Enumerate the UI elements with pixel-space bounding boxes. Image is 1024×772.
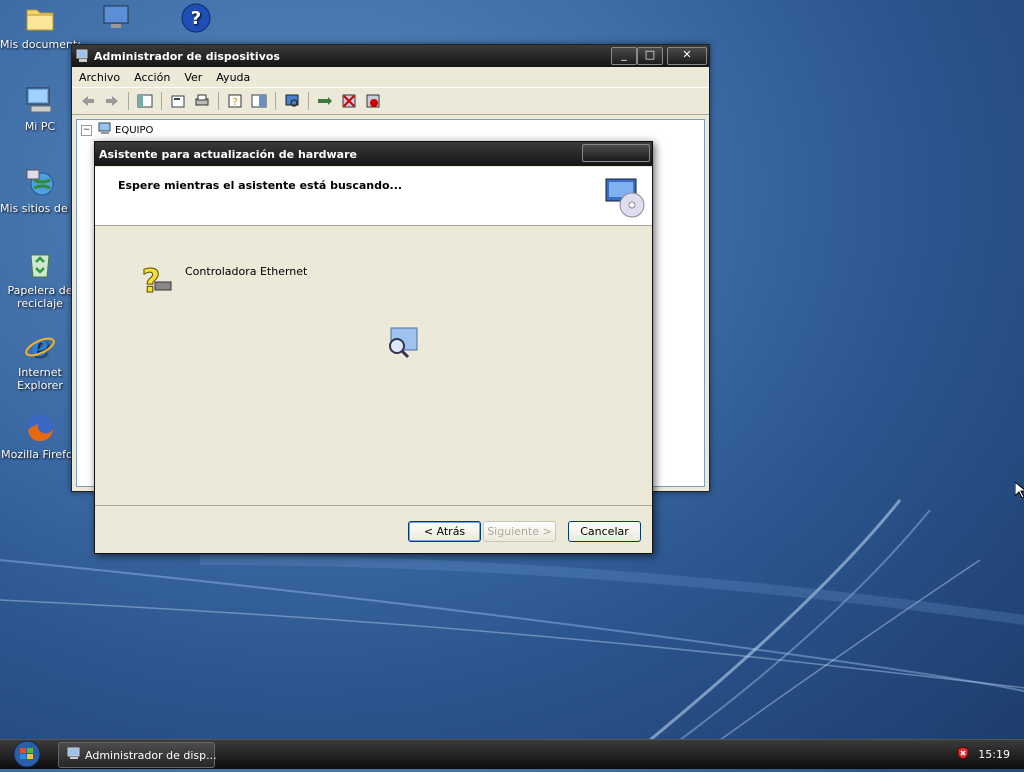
clock[interactable]: 15:19 [978, 748, 1010, 761]
hardware-cd-icon [602, 175, 646, 222]
menu-ayuda[interactable]: Ayuda [209, 71, 257, 84]
taskbar-item-device-manager[interactable]: Administrador de disp... [58, 742, 217, 768]
folder-icon [24, 2, 56, 34]
desktop-icon-mis-sitios[interactable]: Mis sitios de re [0, 166, 80, 215]
toolbar-separator [275, 92, 276, 110]
mouse-cursor-icon [1014, 480, 1024, 501]
wizard-heading: Espere mientras el asistente está buscan… [118, 179, 403, 192]
desktop-icon-mis-documentos[interactable]: Mis documentos [0, 2, 80, 51]
svg-text:?: ? [232, 97, 237, 108]
search-animation-icon [385, 326, 421, 365]
device-manager-icon [76, 49, 90, 63]
help-topic-icon[interactable]: ? [225, 91, 245, 111]
back-button[interactable]: < Atrás [408, 521, 481, 542]
collapse-icon[interactable]: − [81, 124, 92, 136]
svg-text:?: ? [191, 8, 201, 29]
toolbar-separator [308, 92, 309, 110]
wizard-titlebar-buttons [582, 144, 650, 162]
network-icon [24, 166, 56, 198]
menu-ver[interactable]: Ver [177, 71, 209, 84]
system-tray: 15:19 [956, 740, 1024, 769]
desktop-icon-label: Mozilla Firefox [1, 448, 79, 461]
window-title: Administrador de dispositivos [94, 49, 280, 63]
toolbar: ? [72, 88, 709, 115]
menu-bar: Archivo Acción Ver Ayuda [72, 67, 709, 88]
uninstall-icon[interactable] [339, 91, 359, 111]
start-button[interactable] [8, 740, 46, 769]
properties-icon[interactable] [168, 91, 188, 111]
desktop-icon-papelera[interactable]: Papelera de reciclaje [0, 248, 80, 310]
tree-root-label: EQUIPO [115, 124, 154, 136]
close-button[interactable]: ✕ [667, 47, 707, 65]
desktop-icon-partial[interactable] [84, 2, 148, 38]
next-button[interactable]: Siguiente > [483, 521, 556, 542]
update-driver-icon[interactable] [315, 91, 335, 111]
firefox-icon [24, 412, 56, 444]
svg-text:?: ? [142, 262, 161, 298]
print-icon[interactable] [192, 91, 212, 111]
desktop-icon-help[interactable]: ? [156, 2, 236, 38]
unknown-device-icon: ? [137, 262, 173, 301]
back-arrow-icon[interactable] [78, 91, 98, 111]
device-name: Controladora Ethernet [185, 265, 308, 278]
minimize-button[interactable]: _ [611, 47, 637, 65]
menu-archivo[interactable]: Archivo [72, 71, 127, 84]
taskbar-item-label: Administrador de disp... [85, 748, 217, 762]
menu-accion[interactable]: Acción [127, 71, 177, 84]
desktop-icon-label: Mi PC [24, 120, 56, 133]
forward-arrow-icon[interactable] [102, 91, 122, 111]
disable-device-icon[interactable] [363, 91, 383, 111]
toolbar-separator [128, 92, 129, 110]
taskbar: Administrador de disp... 15:19 [0, 739, 1024, 769]
wizard-body: ? Controladora Ethernet [95, 226, 652, 504]
device-manager-icon [67, 747, 81, 763]
desktop-icon-label: Papelera de reciclaje [7, 284, 73, 310]
wizard-footer: < Atrás Siguiente > Cancelar [95, 505, 652, 554]
recycle-bin-icon [24, 248, 56, 280]
cancel-button[interactable]: Cancelar [568, 521, 641, 542]
scan-hardware-icon[interactable] [282, 91, 302, 111]
desktop-icon-ie[interactable]: e Internet Explorer [0, 330, 80, 392]
show-hide-tree-icon[interactable] [135, 91, 155, 111]
ie-icon: e [24, 330, 56, 363]
wizard-header: Espere mientras el asistente está buscan… [95, 167, 652, 226]
help-icon: ? [180, 2, 212, 34]
security-alert-icon[interactable] [956, 746, 970, 763]
maximize-button[interactable]: □ [637, 47, 663, 65]
svg-text:e: e [31, 330, 49, 362]
computer-icon [98, 122, 112, 138]
monitor-icon [100, 2, 132, 34]
tree-node-root[interactable]: − EQUIPO [81, 122, 153, 138]
hardware-update-wizard[interactable]: Asistente para actualización de hardware… [94, 141, 653, 554]
desktop-icon-label: Mis sitios de re [0, 202, 80, 215]
wizard-title: Asistente para actualización de hardware [99, 147, 357, 161]
view-pane-icon[interactable] [249, 91, 269, 111]
desktop-icon-mi-pc[interactable]: Mi PC [0, 84, 80, 133]
toolbar-separator [161, 92, 162, 110]
toolbar-separator [218, 92, 219, 110]
desktop-icon-label: Internet Explorer [17, 366, 63, 392]
wizard-titlebar[interactable]: Asistente para actualización de hardware [95, 142, 652, 166]
desktop-icon-label: Mis documentos [0, 38, 80, 51]
computer-icon [24, 84, 56, 116]
desktop-icon-firefox[interactable]: Mozilla Firefox [0, 412, 80, 461]
